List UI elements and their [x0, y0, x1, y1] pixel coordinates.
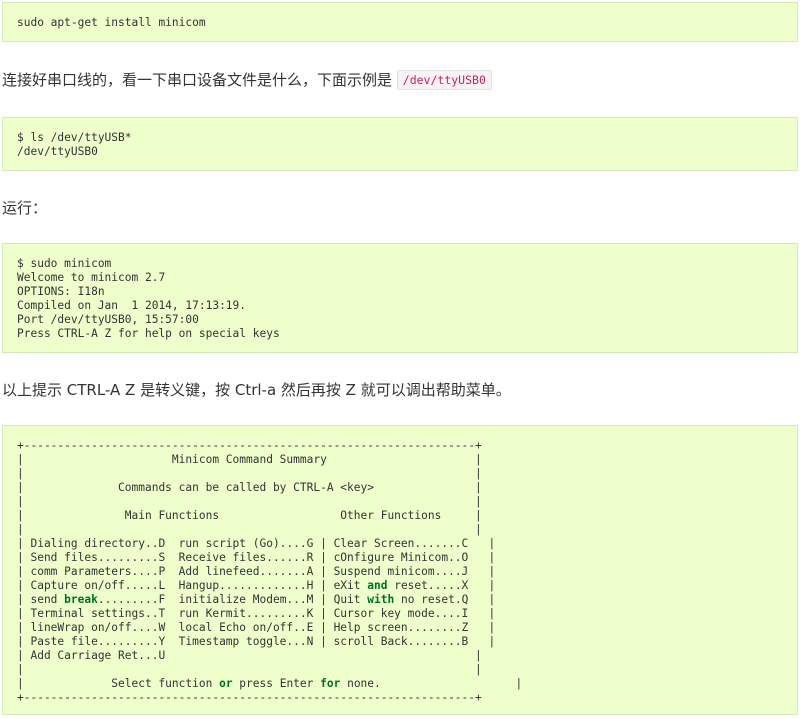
- keyword: break: [64, 593, 98, 606]
- summary-row: | Dialing directory..D run script (Go)..…: [17, 537, 496, 550]
- row-text: reset.....X |: [387, 579, 496, 592]
- code-line: $ sudo minicom: [17, 257, 112, 270]
- summary-row: | send break.........F initialize Modem.…: [17, 593, 797, 607]
- summary-row: | comm Parameters....P Add linefeed.....…: [17, 565, 496, 578]
- keyword: and: [367, 579, 388, 592]
- paragraph-serial-device: 连接好串口线的，看一下串口设备文件是什么，下面示例是 /dev/ttyUSB0: [2, 70, 492, 90]
- summary-row: | Capture on/off.....L Hangup...........…: [17, 579, 797, 593]
- summary-title-line: | Minicom Command Summary |: [17, 453, 482, 466]
- ls-code-block: $ ls /dev/ttyUSB*/dev/ttyUSB0: [2, 117, 798, 171]
- keyword: or: [219, 677, 233, 690]
- row-text: | send: [17, 593, 65, 606]
- summary-headers-line: | Main Functions Other Functions |: [17, 509, 482, 522]
- install-code-block: sudo apt-get install minicom: [2, 2, 798, 42]
- code-line: $ ls /dev/ttyUSB*: [17, 131, 132, 144]
- code-line: OPTIONS: I18n: [17, 285, 105, 298]
- footer-text: none. |: [340, 677, 523, 690]
- code-line: Compiled on Jan 1 2014, 17:13:19.: [17, 299, 247, 312]
- box-blank-line: | |: [17, 663, 482, 676]
- command-summary-code-block: +---------------------------------------…: [2, 425, 798, 715]
- row-text: | Capture on/off.....L Hangup...........…: [17, 579, 368, 592]
- row-text: no reset.Q |: [394, 593, 496, 606]
- summary-footer-line: | Select function or press Enter for non…: [17, 677, 797, 691]
- footer-text: | Select function: [17, 677, 220, 690]
- summary-row: | Paste file.........Y Timestamp toggle.…: [17, 635, 496, 648]
- footer-text: press Enter: [232, 677, 321, 690]
- row-text: .........F initialize Modem...M | Quit: [97, 593, 368, 606]
- summary-row: | Send files.........S Receive files....…: [17, 551, 496, 564]
- minicom-output-code-block: $ sudo minicom Welcome to minicom 2.7 OPTI…: [2, 243, 798, 353]
- summary-row: | lineWrap on/off....W local Echo on/off…: [17, 621, 496, 634]
- box-blank-line: | |: [17, 467, 482, 480]
- box-border-top: +---------------------------------------…: [17, 439, 482, 452]
- box-blank-line: | |: [17, 523, 482, 536]
- paragraph-escape-key: 以上提示 CTRL-A Z 是转义键，按 Ctrl-a 然后再按 Z 就可以调出…: [2, 381, 511, 399]
- summary-row: | Terminal settings..T run Kermit.......…: [17, 607, 496, 620]
- code-line: Welcome to minicom 2.7: [17, 271, 166, 284]
- box-border-bottom: +---------------------------------------…: [17, 691, 482, 704]
- box-blank-line: | |: [17, 495, 482, 508]
- code-line: /dev/ttyUSB0: [17, 145, 98, 158]
- paragraph-text: 连接好串口线的，看一下串口设备文件是什么，下面示例是: [2, 71, 397, 89]
- paragraph-run: 运行：: [2, 199, 48, 217]
- summary-commands-line: | Commands can be called by CTRL-A <key>…: [17, 481, 482, 494]
- code-line: Press CTRL-A Z for help on special keys: [17, 327, 280, 340]
- keyword: for: [320, 677, 341, 690]
- inline-code-device: /dev/ttyUSB0: [396, 70, 492, 90]
- code-line: sudo apt-get install minicom: [17, 16, 206, 29]
- code-line: Port /dev/ttyUSB0, 15:57:00: [17, 313, 199, 326]
- summary-row: | Add Carriage Ret...U |: [17, 649, 482, 662]
- keyword: with: [367, 593, 395, 606]
